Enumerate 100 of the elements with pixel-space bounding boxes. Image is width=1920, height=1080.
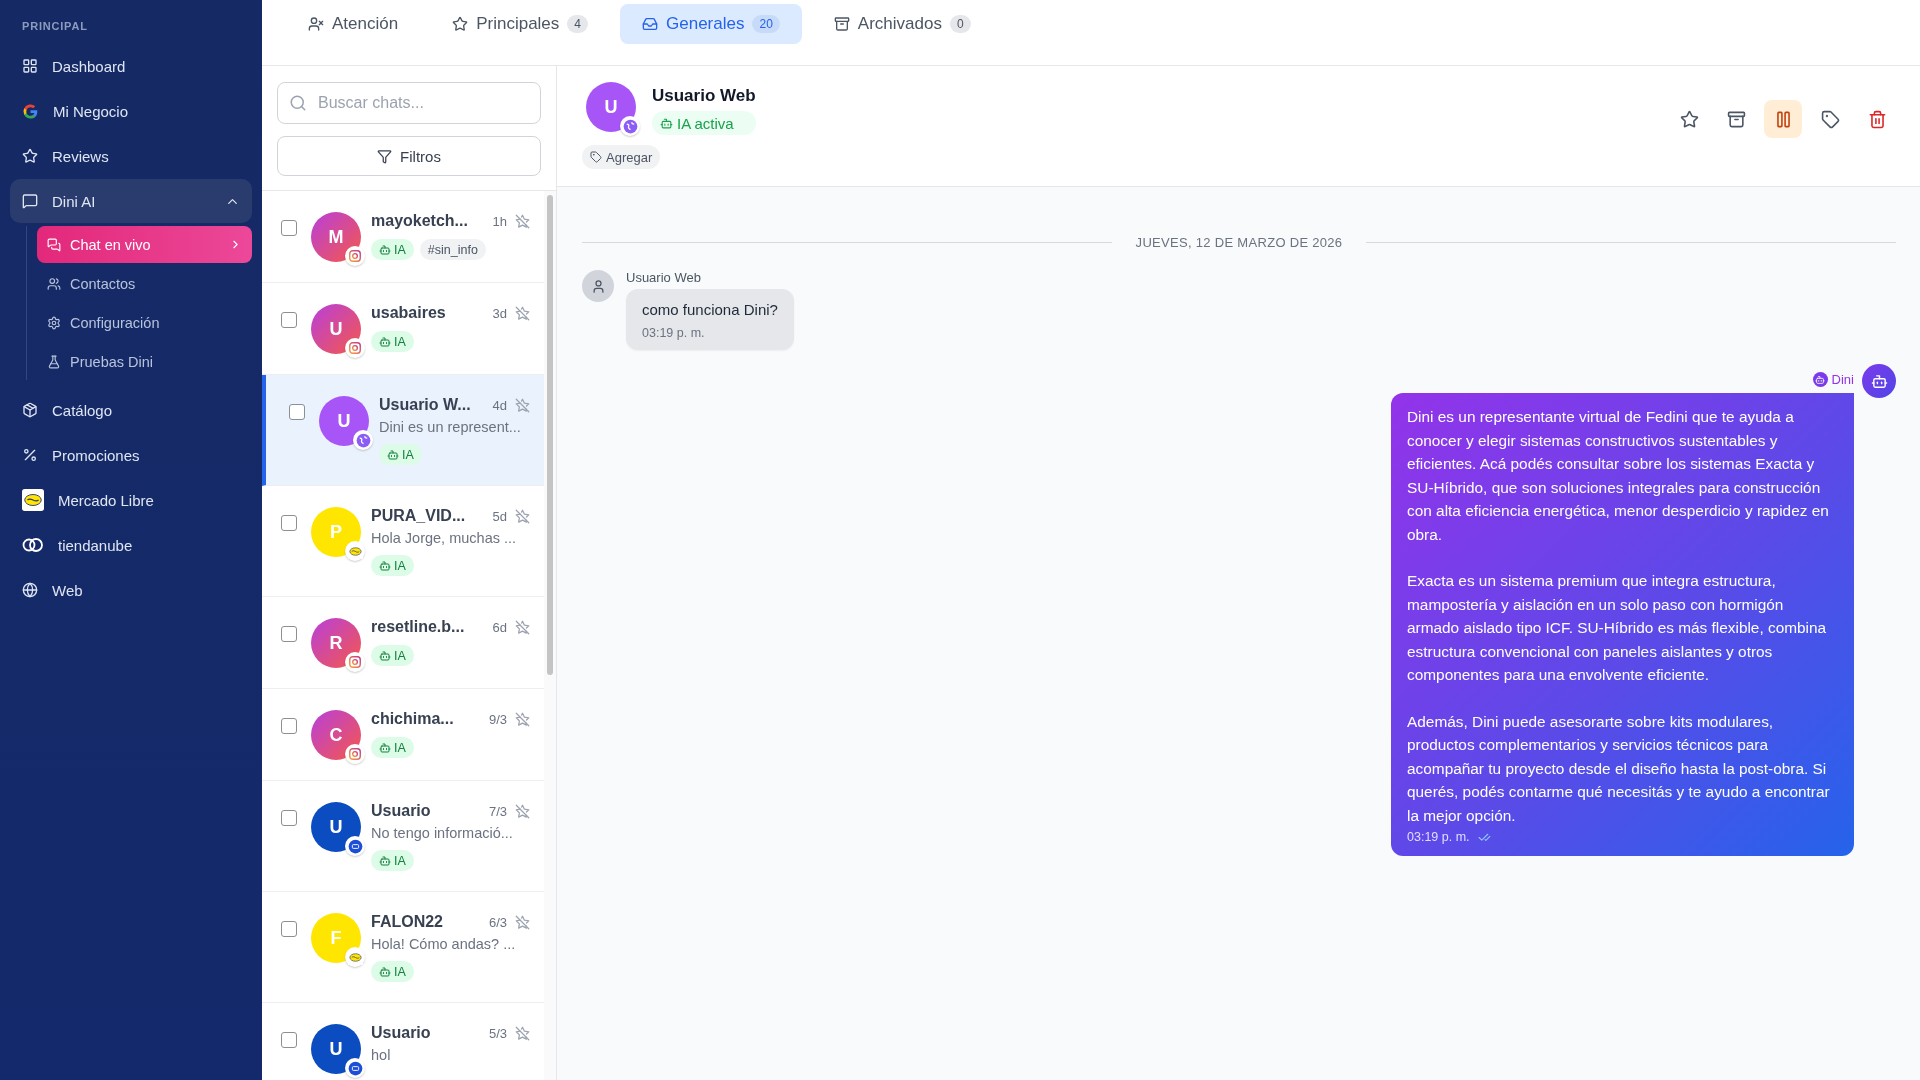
robot-icon bbox=[379, 243, 391, 256]
sidebar-item[interactable]: Catálogo bbox=[10, 388, 252, 432]
section-label: PRINCIPAL bbox=[21, 19, 89, 34]
checkbox[interactable] bbox=[281, 220, 297, 236]
chat-time: 1h bbox=[492, 213, 507, 229]
star-off-icon[interactable] bbox=[515, 397, 530, 413]
add-tag-button[interactable]: Agregar bbox=[582, 145, 661, 169]
star-off-icon[interactable] bbox=[515, 803, 530, 819]
message-preview: No tengo informació... bbox=[371, 825, 514, 841]
sidebar-item[interactable]: tiendanube bbox=[10, 523, 252, 567]
tag-icon bbox=[1820, 109, 1840, 129]
message-time: 03:19 p. m. bbox=[1407, 830, 1470, 844]
chat-list-item[interactable]: C chichima... 9/3 IA bbox=[262, 689, 544, 781]
chat-list-item[interactable]: M mayoketch... 1h IA #sin_info bbox=[262, 191, 544, 283]
chat-list-item[interactable]: R resetline.b... 6d IA bbox=[262, 597, 544, 689]
sender-name: Dini bbox=[1812, 372, 1854, 387]
chat-list-item[interactable]: U Usuario W... 4d Dini es un represent... IA bbox=[262, 375, 544, 486]
message-preview: hol bbox=[371, 1047, 392, 1063]
sidebar-item[interactable]: Dini AI bbox=[10, 179, 252, 223]
robot-icon bbox=[379, 649, 391, 662]
robot-icon bbox=[379, 854, 391, 867]
tab[interactable]: Principales 4 bbox=[430, 4, 610, 44]
ai-tag: IA bbox=[371, 850, 414, 871]
avatar: M bbox=[311, 212, 361, 262]
chat-widget-icon bbox=[345, 836, 365, 856]
robot-icon bbox=[1812, 372, 1828, 387]
avatar: P bbox=[311, 507, 361, 557]
archive-icon bbox=[1726, 109, 1746, 129]
avatar: F bbox=[311, 913, 361, 963]
sidebar-subitem[interactable]: Contactos bbox=[37, 265, 252, 302]
checkbox[interactable] bbox=[281, 1032, 297, 1048]
ai-tag: IA bbox=[371, 737, 414, 758]
star-off-icon[interactable] bbox=[515, 1025, 530, 1041]
tag-icon bbox=[590, 151, 602, 163]
star-off-icon[interactable] bbox=[515, 711, 530, 727]
robot-icon bbox=[379, 335, 391, 348]
sidebar-item[interactable]: Mercado Libre bbox=[10, 478, 252, 522]
tab-icon bbox=[833, 16, 850, 32]
robot-icon bbox=[379, 965, 391, 978]
chat-list-item[interactable]: F FALON22 6/3 Hola! Cómo andas? ... IA bbox=[262, 892, 544, 1003]
count-badge: 20 bbox=[752, 15, 780, 33]
tab[interactable]: Atención bbox=[286, 4, 421, 44]
flask-icon bbox=[47, 354, 61, 369]
pause-button[interactable] bbox=[1764, 100, 1802, 138]
sidebar-item[interactable]: Mi Negocio bbox=[10, 89, 252, 133]
checkbox[interactable] bbox=[281, 921, 297, 937]
message-text: como funciona Dini? bbox=[642, 301, 778, 318]
dashboard-icon bbox=[22, 58, 38, 74]
instagram-icon bbox=[345, 338, 365, 358]
star-off-icon[interactable] bbox=[515, 508, 530, 524]
tab[interactable]: Generales 20 bbox=[620, 4, 802, 44]
robot-icon bbox=[387, 448, 399, 461]
user-icon bbox=[590, 278, 606, 294]
instagram-icon bbox=[345, 246, 365, 266]
ai-tag: IA bbox=[371, 331, 414, 352]
sidebar-subitem[interactable]: Pruebas Dini bbox=[37, 343, 252, 380]
sidebar-item[interactable]: Promociones bbox=[10, 433, 252, 477]
scrollbar[interactable] bbox=[547, 195, 553, 675]
settings-icon bbox=[47, 315, 61, 330]
star-off-icon[interactable] bbox=[515, 914, 530, 930]
chat-list-item[interactable]: P PURA_VID... 5d Hola Jorge, muchas ... IA bbox=[262, 486, 544, 597]
star-off-icon[interactable] bbox=[515, 305, 530, 321]
contact-name: mayoketch... bbox=[371, 212, 469, 230]
star-icon bbox=[1679, 109, 1699, 129]
checkbox[interactable] bbox=[281, 626, 297, 642]
filter-icon bbox=[377, 148, 393, 164]
chat-list-item[interactable]: U Usuario 7/3 No tengo informació... IA bbox=[262, 781, 544, 892]
checkbox[interactable] bbox=[281, 515, 297, 531]
chat-time: 6/3 bbox=[488, 914, 507, 930]
sidebar-item[interactable]: Web bbox=[10, 568, 252, 612]
ai-status-badge: IA activa bbox=[652, 111, 756, 135]
contact-name: Usuario W... bbox=[379, 396, 472, 414]
star-off-icon[interactable] bbox=[515, 213, 530, 229]
hashtag-tag: #sin_info bbox=[419, 239, 486, 260]
tab[interactable]: Archivados 0 bbox=[811, 4, 993, 44]
chat-icon bbox=[22, 193, 38, 209]
chat-list-item[interactable]: U Usuario 5/3 hol bbox=[262, 1003, 544, 1080]
contact-name: PURA_VID... bbox=[371, 507, 467, 525]
mercado-libre-icon bbox=[22, 489, 44, 511]
chat-icon bbox=[47, 237, 61, 252]
checkbox[interactable] bbox=[281, 312, 297, 328]
checkbox[interactable] bbox=[281, 718, 297, 734]
sidebar-item[interactable]: Reviews bbox=[10, 134, 252, 178]
sidebar-subitem[interactable]: Configuración bbox=[37, 304, 252, 341]
tab-icon bbox=[642, 16, 658, 32]
chat-time: 7/3 bbox=[488, 803, 507, 819]
checkbox[interactable] bbox=[281, 810, 297, 826]
sidebar-subitem[interactable]: Chat en vivo bbox=[37, 226, 252, 263]
search-field[interactable]: Buscar chats... bbox=[277, 82, 541, 124]
sidebar-item[interactable]: Dashboard bbox=[10, 44, 252, 88]
filter-button[interactable]: Filtros bbox=[277, 136, 541, 176]
checkbox[interactable] bbox=[289, 404, 305, 420]
chat-time: 5d bbox=[492, 508, 507, 524]
ai-tag: IA bbox=[371, 961, 414, 982]
ai-tag: IA bbox=[371, 645, 414, 666]
message-preview: Hola Jorge, muchas ... bbox=[371, 530, 518, 546]
ai-tag: IA bbox=[379, 444, 422, 465]
users-icon bbox=[47, 276, 61, 291]
count-badge: 4 bbox=[567, 15, 588, 33]
star-off-icon[interactable] bbox=[515, 619, 530, 635]
